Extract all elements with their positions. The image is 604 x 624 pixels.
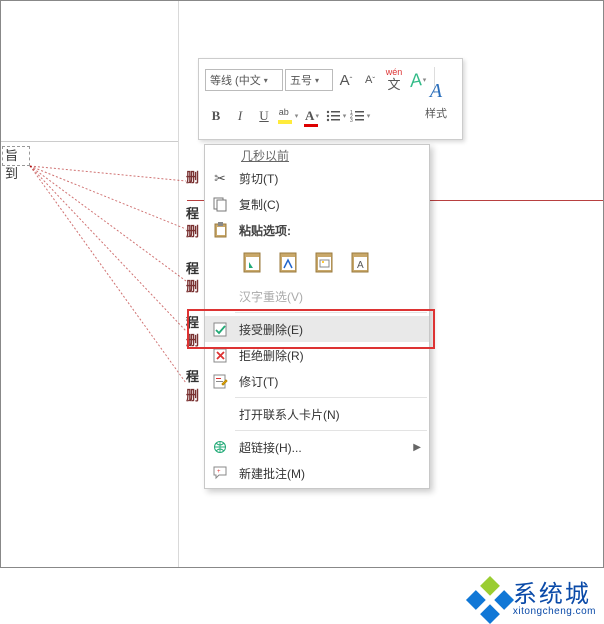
svg-text:3: 3 — [350, 118, 353, 123]
highlight-icon — [278, 108, 294, 124]
paste-picture[interactable] — [309, 247, 339, 277]
chevron-down-icon: ▾ — [315, 76, 319, 85]
paste-options-row: A — [205, 243, 429, 283]
hyperlink-icon — [209, 436, 231, 458]
rev-label: 删 — [186, 279, 199, 294]
document-left-area — [1, 1, 178, 567]
font-size-value: 五号 — [290, 72, 312, 88]
header-rule — [1, 141, 178, 142]
svg-text:+: + — [217, 469, 221, 475]
scissors-icon: ✂ — [209, 167, 231, 189]
menu-open-contact-card[interactable]: 打开联系人卡片(N) — [205, 401, 429, 427]
selected-text-box[interactable]: 旨到 — [2, 146, 30, 166]
timestamp-hint: 几秒以前 — [237, 144, 293, 167]
watermark-title: 系统城 — [513, 583, 596, 607]
menu-reject-delete[interactable]: 拒绝删除(R) — [205, 342, 429, 368]
track-changes-icon — [209, 370, 231, 392]
menu-cut[interactable]: ✂ 剪切(T) — [205, 165, 429, 191]
reject-icon — [209, 344, 231, 366]
grow-font-button[interactable]: Aˆ — [335, 67, 357, 93]
watermark-url: xitongcheng.com — [513, 607, 596, 617]
rev-label: 程 — [186, 369, 199, 384]
italic-button[interactable]: I — [229, 103, 251, 129]
submenu-arrow-icon: ▶ — [413, 442, 421, 453]
copy-icon — [209, 193, 231, 215]
rev-label: 程 — [186, 206, 199, 221]
separator — [235, 312, 427, 313]
accept-icon — [209, 318, 231, 340]
comment-icon: + — [209, 462, 231, 484]
rev-label: 删 — [186, 333, 199, 348]
separator — [235, 397, 427, 398]
separator — [235, 430, 427, 431]
paste-keep-source[interactable] — [237, 247, 267, 277]
styles-button[interactable]: A 样式 — [416, 67, 456, 133]
font-name-combo[interactable]: 等线 (中文 ▾ — [205, 69, 283, 91]
menu-hyperlink[interactable]: 超链接(H)... ▶ — [205, 434, 429, 460]
font-name-value: 等线 (中文 — [210, 72, 261, 88]
numbering-button[interactable]: 123 ▾ — [349, 103, 371, 129]
bold-button[interactable]: B — [205, 103, 227, 129]
underline-button[interactable]: U — [253, 103, 275, 129]
menu-copy[interactable]: 复制(C) — [205, 191, 429, 217]
rev-label: 删 — [186, 388, 199, 403]
paste-merge-formatting[interactable] — [273, 247, 303, 277]
clipboard-icon — [209, 219, 231, 241]
phonetic-guide-button[interactable]: wén文 — [383, 67, 405, 93]
rev-label: 程 — [186, 261, 199, 276]
bullets-button[interactable]: ▾ — [325, 103, 347, 129]
bullets-icon — [326, 109, 342, 123]
menu-new-comment[interactable]: + 新建批注(M) — [205, 460, 429, 486]
menu-accept-delete[interactable]: 接受删除(E) — [205, 316, 429, 342]
numbering-icon: 123 — [350, 109, 366, 123]
screenshot-frame: 旨到 删 程 删 程 删 程 删 程 删 等线 (中文 — [0, 0, 604, 568]
svg-text:A: A — [357, 260, 364, 271]
highlight-button[interactable]: ▾ — [277, 103, 299, 129]
watermark: 系统城 xitongcheng.com — [473, 583, 596, 617]
rev-label: 删 — [186, 224, 199, 239]
shrink-font-button[interactable]: Aˇ — [359, 67, 381, 93]
chevron-down-icon: ▾ — [264, 76, 268, 85]
context-menu: 几秒以前 ✂ 剪切(T) 复制(C) 粘贴选项: — [204, 144, 430, 489]
paste-text-only[interactable]: A — [345, 247, 375, 277]
menu-track-changes[interactable]: 修订(T) — [205, 368, 429, 394]
font-color-icon: A — [305, 108, 314, 124]
rev-label: 程 — [186, 315, 199, 330]
rev-label: 删 — [186, 170, 199, 185]
styles-label: 样式 — [425, 105, 447, 121]
menu-paste-options-header: 粘贴选项: — [205, 217, 429, 243]
menu-reconvert: 汉字重选(V) — [205, 283, 429, 309]
font-color-button[interactable]: A▾ — [301, 103, 323, 129]
mini-toolbar: 等线 (中文 ▾ 五号 ▾ Aˆ Aˇ wén文 A▾ A 样式 B I U ▾… — [198, 58, 463, 140]
styles-icon: A — [430, 80, 442, 103]
page-margin-line — [178, 1, 179, 567]
watermark-logo-icon — [466, 576, 514, 624]
font-size-combo[interactable]: 五号 ▾ — [285, 69, 333, 91]
